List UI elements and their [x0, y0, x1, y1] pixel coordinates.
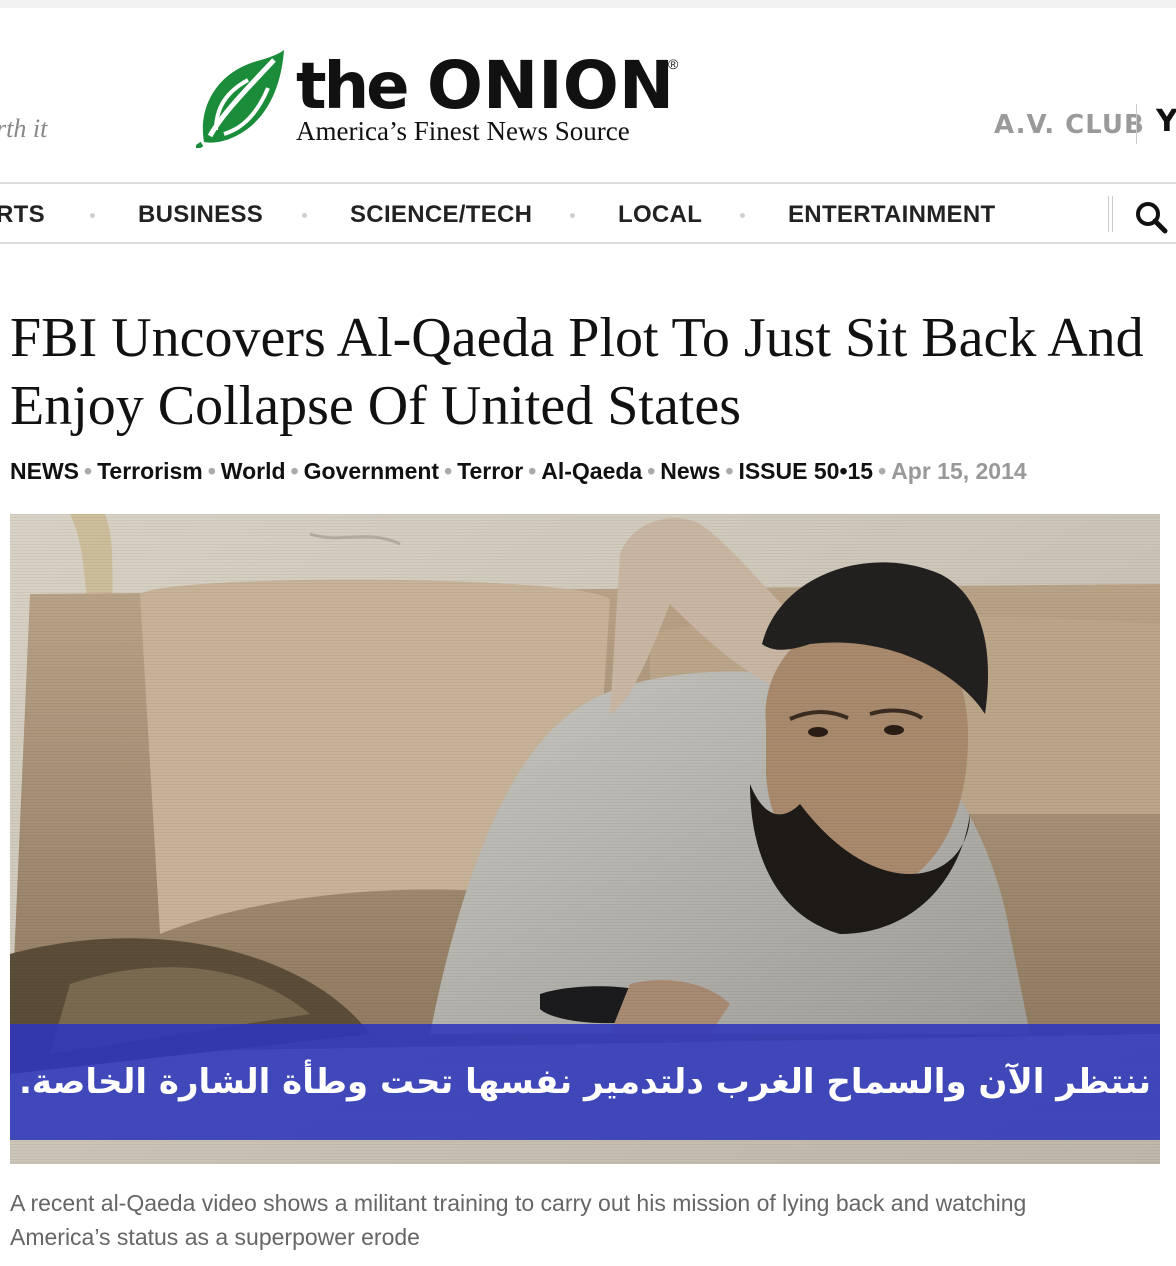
logo-tagline: America’s Finest News Source: [296, 116, 630, 146]
the-onion-logo[interactable]: the ONION ® America’s Finest News Source: [196, 48, 696, 152]
article-photo[interactable]: ننتظر الآن والسماح الغرب دلتدمير نفسها ت…: [10, 514, 1160, 1164]
video-subtitle-text: ننتظر الآن والسماح الغرب دلتدمير نفسها ت…: [18, 1062, 1152, 1102]
tag-separator: •: [725, 458, 734, 484]
article-tags: NEWS • Terrorism • World • Government • Terror • A…: [10, 458, 1170, 485]
previous-logo-tagline-fragment: rth it: [0, 114, 48, 143]
nav-item-business[interactable]: BUSINESS: [138, 201, 263, 229]
nav-item-entertainment[interactable]: ENTERTAINMENT: [788, 201, 995, 229]
nav-item-sports[interactable]: RTS: [0, 201, 45, 229]
search-icon[interactable]: [1134, 200, 1168, 234]
header-right-link-fragment[interactable]: Yo: [1156, 104, 1176, 139]
nav-item-science-tech[interactable]: SCIENCE/TECH: [350, 201, 532, 229]
onion-leaf-icon: [196, 50, 284, 148]
article-headline: FBI Uncovers Al-Qaeda Plot To Just Sit B…: [10, 307, 1144, 437]
tag-link[interactable]: News: [660, 458, 720, 484]
tag-link[interactable]: Al-Qaeda: [541, 458, 642, 484]
tag-link[interactable]: Government: [304, 458, 439, 484]
tag-separator: •: [84, 458, 93, 484]
nav-item-local[interactable]: LOCAL: [618, 201, 702, 229]
logo-wordmark: the ONION: [296, 48, 674, 125]
tag-separator: •: [647, 458, 656, 484]
nav-separator-dot: [90, 213, 95, 218]
registered-mark: ®: [668, 56, 679, 72]
nav-separator-dot: [570, 213, 575, 218]
top-strip: [0, 0, 1176, 8]
tag-separator: •: [444, 458, 453, 484]
tag-separator: •: [207, 458, 216, 484]
nav-separator-dot: [740, 213, 745, 218]
section-nav: RTS BUSINESS SCIENCE/TECH LOCAL ENTERTAI…: [0, 182, 1176, 244]
logo-word-the: the: [296, 50, 410, 124]
header-divider: [1136, 104, 1137, 144]
nav-separator-dot: [302, 213, 307, 218]
photo-caption: A recent al-Qaeda video shows a militant…: [10, 1190, 1027, 1250]
tag-separator: •: [290, 458, 299, 484]
tag-separator: •: [878, 458, 887, 484]
logo-word-onion: ONION: [426, 47, 675, 124]
tag-link[interactable]: Terrorism: [97, 458, 203, 484]
nav-divider: [1108, 196, 1113, 232]
onion-article-page: rth it the ONION ® America’s Finest News…: [0, 0, 1176, 1266]
av-club-link[interactable]: A.V. CLUB: [994, 110, 1145, 140]
tag-link[interactable]: Terror: [457, 458, 523, 484]
tag-section[interactable]: NEWS: [10, 458, 79, 484]
issue-link[interactable]: ISSUE 50•15: [738, 458, 873, 484]
tag-link[interactable]: World: [221, 458, 286, 484]
tag-separator: •: [528, 458, 537, 484]
publish-date: Apr 15, 2014: [891, 458, 1027, 484]
